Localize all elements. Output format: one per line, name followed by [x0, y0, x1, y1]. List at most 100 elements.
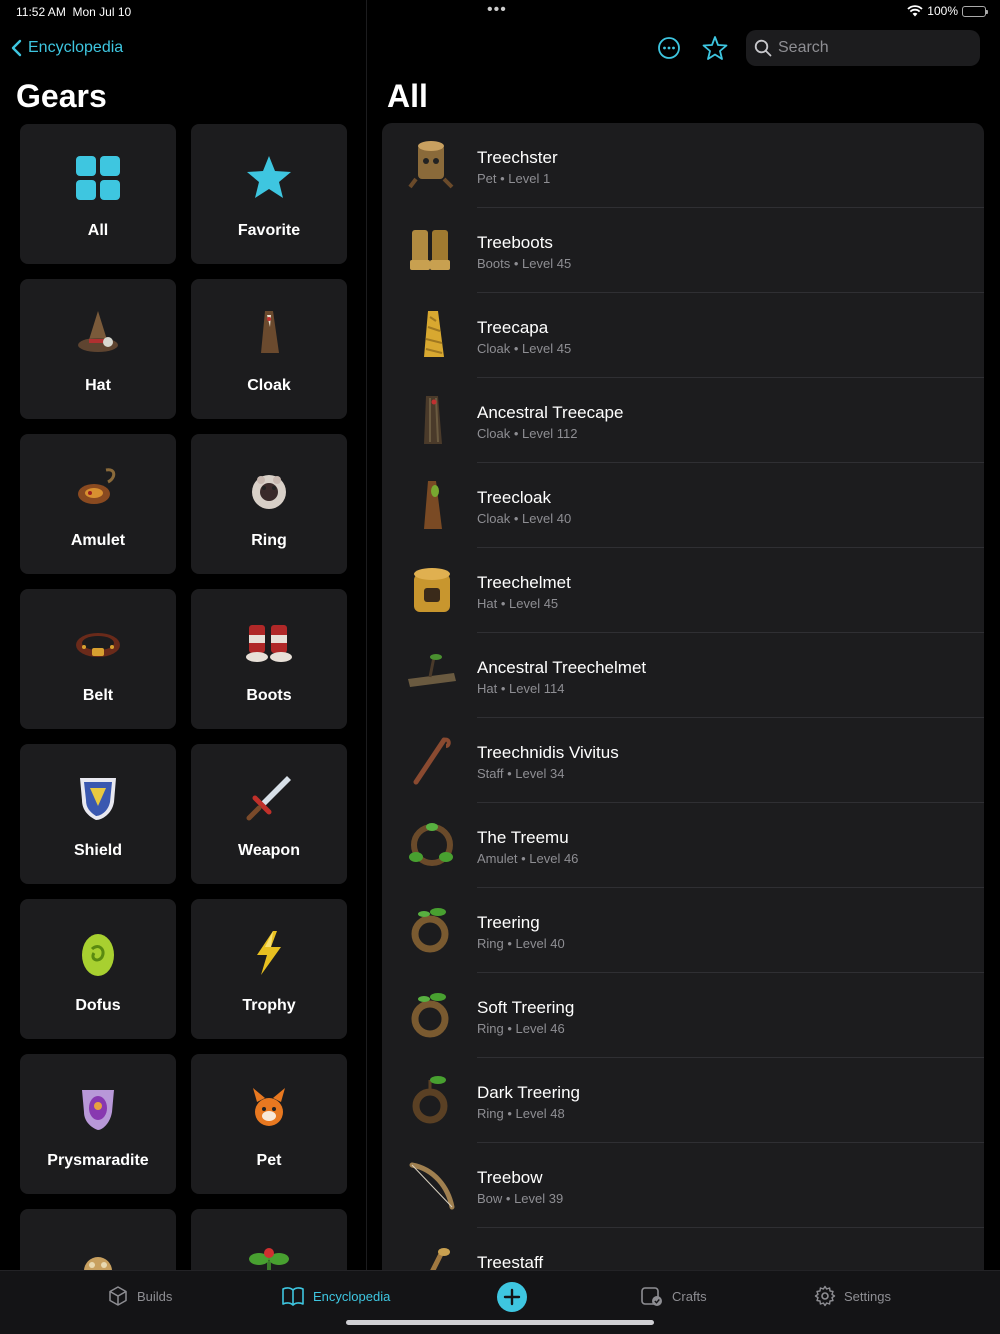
home-indicator[interactable]	[346, 1320, 654, 1325]
search-field[interactable]	[746, 30, 980, 66]
back-button[interactable]: Encyclopedia	[10, 38, 123, 58]
list-item[interactable]: The Treemu Amulet • Level 46	[382, 803, 984, 888]
item-name: Treering	[477, 913, 540, 932]
item-level: Level 48	[515, 1106, 565, 1121]
list-item[interactable]: Treeboots Boots • Level 45	[382, 208, 984, 293]
tab-label: Builds	[137, 1288, 173, 1304]
search-input[interactable]	[778, 39, 968, 57]
multitasking-dots[interactable]: •••	[487, 1, 507, 19]
list-item[interactable]: Ancestral Treecape Cloak • Level 112	[382, 378, 984, 463]
category-label: Ring	[251, 532, 287, 549]
list-item[interactable]: Soft Treering Ring • Level 46	[382, 973, 984, 1058]
category-tile-ring[interactable]: Ring	[191, 434, 347, 574]
tab-encyclopedia[interactable]: Encyclopedia	[281, 1285, 390, 1307]
category-tile-favorite[interactable]: Favorite	[191, 124, 347, 264]
item-level: Level 46	[529, 851, 579, 866]
item-type: Amulet	[477, 851, 518, 866]
chevron-left-icon	[11, 39, 22, 57]
grid-icon	[72, 152, 124, 204]
gear-icon	[814, 1285, 836, 1307]
tab-settings[interactable]: Settings	[814, 1285, 891, 1307]
tab-label: Crafts	[672, 1288, 707, 1304]
add-button[interactable]	[497, 1282, 527, 1312]
item-subtitle: Boots • Level 45	[477, 256, 572, 271]
category-tile-boots[interactable]: Boots	[191, 589, 347, 729]
item-level: Level 34	[515, 766, 565, 781]
item-type: Ring	[477, 1106, 504, 1121]
trophy-icon	[243, 927, 295, 979]
cloak-icon	[402, 475, 462, 535]
item-type: Staff	[477, 766, 504, 781]
wifi-icon	[907, 5, 923, 17]
category-tile-trophy[interactable]: Trophy	[191, 899, 347, 1039]
category-tile-prysmaradite[interactable]: Prysmaradite	[20, 1054, 176, 1194]
book-icon	[282, 1287, 304, 1306]
search-icon	[754, 39, 772, 57]
item-subtitle: Cloak • Level 40	[477, 511, 572, 526]
list-item[interactable]: Dark Treering Ring • Level 48	[382, 1058, 984, 1143]
status-time: 11:52 AM Mon Jul 10	[16, 5, 131, 19]
category-tile-weapon[interactable]: Weapon	[191, 744, 347, 884]
tab-label: Encyclopedia	[313, 1288, 391, 1304]
item-level: Level 40	[515, 936, 565, 951]
vine-amulet-icon	[402, 815, 462, 875]
category-tile-plant[interactable]	[191, 1209, 347, 1270]
item-subtitle: Ring • Level 48	[477, 1106, 565, 1121]
hat-icon	[72, 307, 124, 359]
top-actions	[654, 30, 980, 66]
category-label: Shield	[73, 842, 122, 859]
list-item[interactable]: Treechster Pet • Level 1	[382, 123, 984, 208]
item-type: Cloak	[477, 511, 511, 526]
category-tile-all[interactable]: All	[20, 124, 176, 264]
tab-crafts[interactable]: Crafts	[640, 1285, 707, 1307]
list-item[interactable]: Ancestral Treechelmet Hat • Level 114	[382, 633, 984, 718]
category-tile-cloak[interactable]: Cloak	[191, 279, 347, 419]
list-title: All	[387, 78, 428, 114]
list-item[interactable]: Treechelmet Hat • Level 45	[382, 548, 984, 633]
category-tile-shield[interactable]: Shield	[20, 744, 176, 884]
item-type: Hat	[477, 681, 498, 696]
sword-icon	[243, 772, 295, 824]
more-button[interactable]	[654, 33, 684, 63]
staff-icon	[402, 730, 462, 790]
category-tile-mount[interactable]	[20, 1209, 176, 1270]
bark-cloak-icon	[402, 390, 462, 450]
wood-hat-icon	[402, 645, 462, 705]
list-item[interactable]: Treering Ring • Level 40	[382, 888, 984, 973]
category-tile-amulet[interactable]: Amulet	[20, 434, 176, 574]
status-bar: 11:52 AM Mon Jul 10 ••• 100%	[0, 0, 1000, 24]
tab-builds[interactable]: Builds	[107, 1285, 172, 1307]
item-name: Dark Treering	[477, 1083, 580, 1102]
item-subtitle: Hat • Level 114	[477, 681, 565, 696]
list-item[interactable]: Treechnidis Vivitus Staff • Level 34	[382, 718, 984, 803]
item-list: Treechster Pet • Level 1 Treeboots Boots…	[382, 123, 984, 1270]
item-name: Ancestral Treecape	[477, 403, 624, 422]
item-name: Treecapa	[477, 318, 549, 337]
item-type: Ring	[477, 1021, 504, 1036]
item-subtitle: Hat • Level 45	[477, 596, 559, 611]
category-tile-dofus[interactable]: Dofus	[20, 899, 176, 1039]
list-item[interactable]: Treecloak Cloak • Level 40	[382, 463, 984, 548]
list-item[interactable]: Treebow Bow • Level 39	[382, 1143, 984, 1228]
date-text: Mon Jul 10	[72, 5, 132, 19]
category-tile-hat[interactable]: Hat	[20, 279, 176, 419]
item-level: Level 112	[522, 426, 578, 441]
category-label: Belt	[82, 687, 114, 704]
item-type: Ring	[477, 936, 504, 951]
category-label: Favorite	[237, 222, 301, 239]
list-item[interactable]: Treecapa Cloak • Level 45	[382, 293, 984, 378]
item-level: Level 1	[508, 171, 551, 186]
egg-icon	[72, 927, 124, 979]
crafts-icon	[641, 1287, 662, 1306]
list-item[interactable]: Treestaff	[382, 1228, 984, 1270]
category-tile-belt[interactable]: Belt	[20, 589, 176, 729]
boots-icon	[402, 220, 462, 280]
tab-label: Settings	[844, 1288, 891, 1304]
belt-icon	[72, 617, 124, 669]
item-subtitle: Staff • Level 34	[477, 766, 565, 781]
amulet-icon	[72, 462, 124, 514]
favorite-filter-button[interactable]	[700, 33, 730, 63]
category-tile-pet[interactable]: Pet	[191, 1054, 347, 1194]
ring-icon	[243, 462, 295, 514]
battery-icon	[962, 5, 988, 17]
